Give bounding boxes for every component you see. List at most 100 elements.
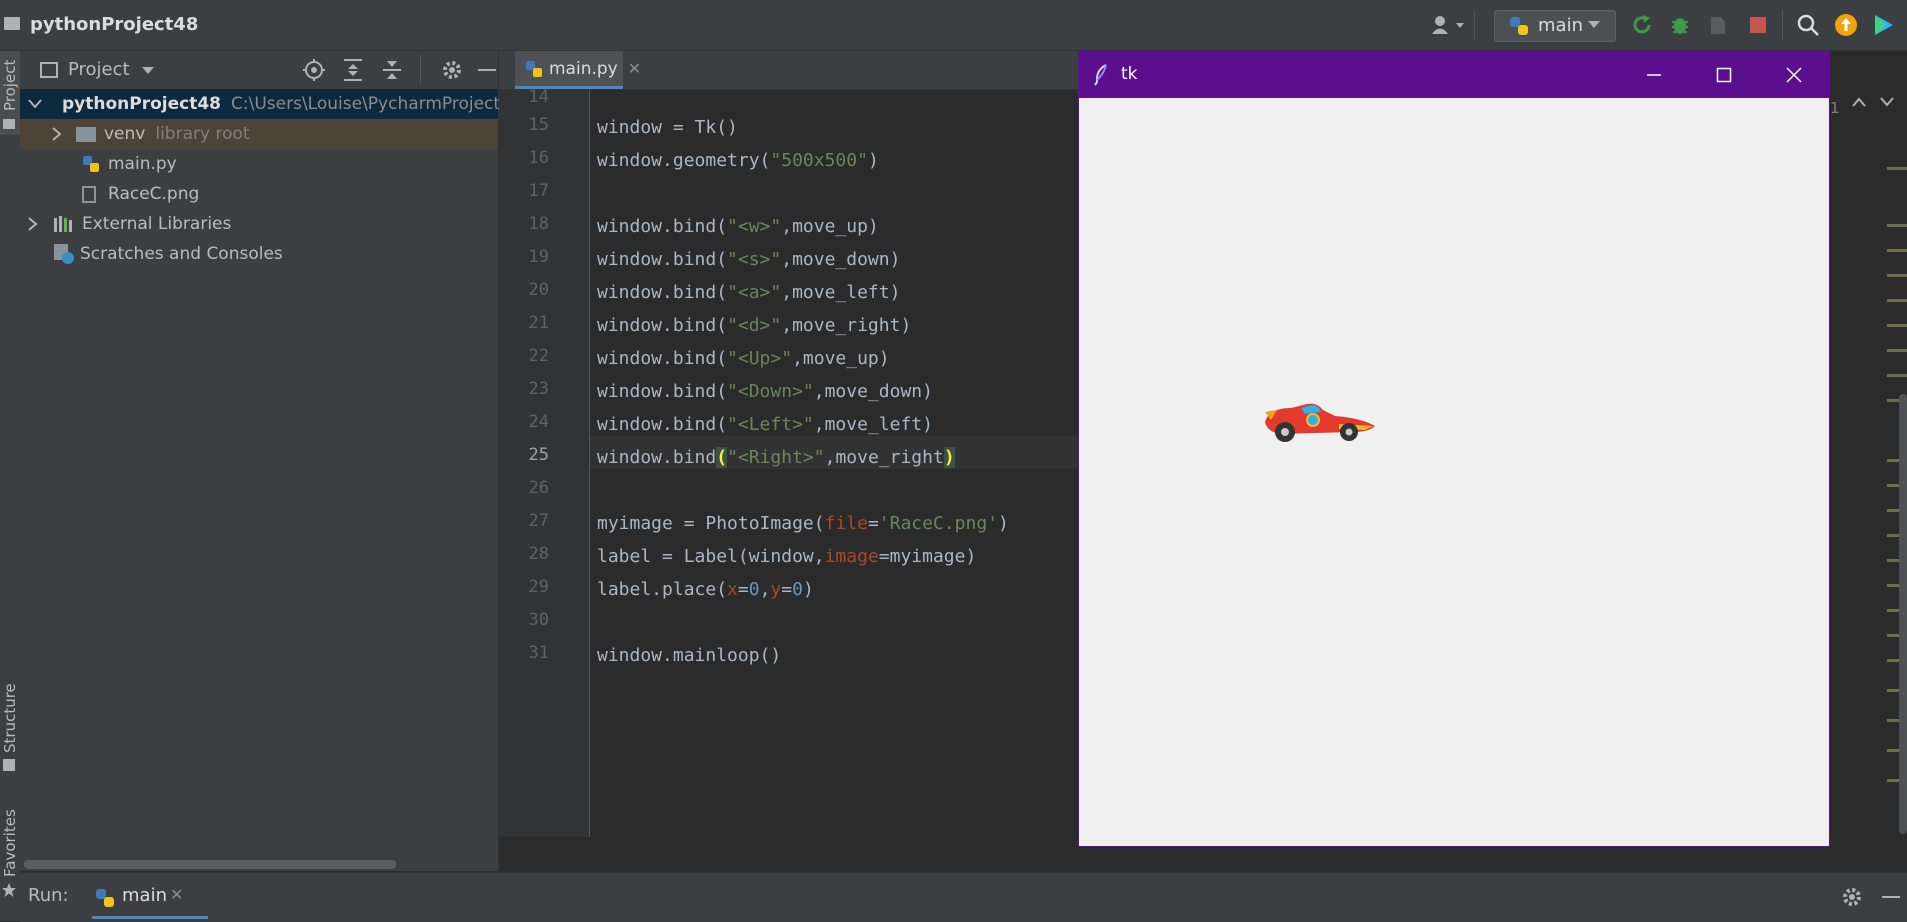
- code-editor[interactable]: window = Tk() window.geometry("500x500")…: [590, 89, 1079, 837]
- line-number: 19: [528, 247, 549, 267]
- code-line[interactable]: window.geometry("500x500"): [597, 144, 879, 177]
- error-stripe-mark[interactable]: [1887, 299, 1907, 302]
- chevron-down-icon: [1588, 21, 1600, 29]
- line-number: 20: [528, 280, 549, 300]
- run-tool-window-bar: Run: main ✕: [20, 872, 1907, 922]
- gear-icon[interactable]: [1840, 885, 1864, 909]
- run-configuration-label: main: [1538, 15, 1583, 36]
- maximize-window-button[interactable]: [1689, 52, 1759, 98]
- error-stripe-mark[interactable]: [1887, 224, 1907, 227]
- tree-item-scratches[interactable]: Scratches and Consoles: [20, 239, 498, 269]
- python-icon: [1508, 15, 1530, 37]
- gear-icon[interactable]: [440, 58, 464, 82]
- code-line[interactable]: window.bind("<a>",move_left): [597, 276, 900, 309]
- error-stripe-mark[interactable]: [1887, 274, 1907, 277]
- rerun-icon[interactable]: [1630, 13, 1654, 37]
- chevron-up-icon[interactable]: [1852, 97, 1866, 107]
- code-line[interactable]: window.mainloop(): [597, 639, 781, 672]
- stop-icon[interactable]: [1746, 13, 1770, 37]
- close-window-button[interactable]: [1759, 52, 1829, 98]
- code-line[interactable]: window.bind("<Down>",move_down): [597, 375, 933, 408]
- minimize-window-button[interactable]: [1619, 52, 1689, 98]
- tree-item-label: pythonProject48: [62, 94, 222, 114]
- line-number: 30: [528, 610, 549, 630]
- structure-tool-label[interactable]: Structure: [1, 683, 19, 753]
- collapse-all-icon[interactable]: [380, 58, 404, 82]
- chevron-down-icon[interactable]: [142, 67, 154, 75]
- horizontal-scrollbar[interactable]: [24, 860, 396, 869]
- user-account-icon[interactable]: [1428, 13, 1468, 37]
- run-tab-label: main: [122, 885, 167, 906]
- python-file-icon: [525, 60, 543, 78]
- top-navigation-bar: pythonProject48 main: [0, 0, 1907, 51]
- tk-window-titlebar[interactable]: tk: [1079, 52, 1829, 98]
- project-view-icon: [40, 62, 58, 78]
- chevron-down-icon[interactable]: [1880, 97, 1894, 107]
- chevron-down-icon[interactable]: [28, 99, 42, 109]
- structure-tool-icon: [3, 759, 15, 771]
- code-line[interactable]: window.bind("<s>",move_down): [597, 243, 900, 276]
- coverage-icon[interactable]: [1706, 13, 1730, 37]
- tree-item-venv[interactable]: venv library root: [20, 119, 498, 149]
- tree-item-project-root[interactable]: pythonProject48 C:\Users\Louise\PycharmP…: [20, 89, 515, 119]
- line-number: 24: [528, 412, 549, 432]
- project-tool-label[interactable]: Project: [1, 60, 19, 111]
- favorites-tool-label[interactable]: Favorites: [1, 809, 19, 877]
- project-name-breadcrumb[interactable]: pythonProject48: [30, 14, 198, 35]
- code-with-me-icon[interactable]: [1872, 13, 1896, 37]
- project-folder-icon: [4, 17, 20, 30]
- search-icon[interactable]: [1796, 13, 1820, 37]
- code-line[interactable]: window.bind("<Up>",move_up): [597, 342, 890, 375]
- tree-item-label: main.py: [108, 154, 177, 174]
- code-line[interactable]: label.place(x=0,y=0): [597, 573, 814, 606]
- line-number: 18: [528, 214, 549, 234]
- chevron-right-icon[interactable]: [52, 127, 66, 141]
- project-tool-window: Project pythonProject48 C:\Users\Louise\…: [20, 51, 515, 871]
- line-number: 23: [528, 379, 549, 399]
- close-tab-icon[interactable]: ✕: [170, 885, 183, 904]
- python-file-icon: [82, 155, 100, 173]
- line-number-gutter: 14 15 16 17 18 19 20 21 22 23 24 25 26 2…: [499, 87, 590, 837]
- toolbar-divider: [1782, 10, 1783, 40]
- library-icon: [54, 216, 74, 232]
- code-line-current[interactable]: window.bind("<Right>",move_right): [597, 441, 955, 474]
- code-line[interactable]: window.bind("<w>",move_up): [597, 210, 879, 243]
- error-stripe-mark[interactable]: [1887, 324, 1907, 327]
- tree-item-external-libraries[interactable]: External Libraries: [20, 209, 498, 239]
- project-path: C:\Users\Louise\PycharmProjects\: [231, 94, 515, 114]
- minimize-panel-icon[interactable]: [1882, 896, 1900, 898]
- inspection-counter: 1: [1830, 99, 1840, 117]
- tk-window-title: tk: [1121, 64, 1138, 84]
- code-line[interactable]: myimage = PhotoImage(file='RaceC.png'): [597, 507, 1009, 540]
- tree-item-main-py[interactable]: main.py: [20, 149, 498, 179]
- image-file-icon: [82, 185, 96, 203]
- close-tab-icon[interactable]: ✕: [628, 59, 641, 78]
- favorites-star-icon: [2, 883, 16, 897]
- vertical-scrollbar[interactable]: [1899, 394, 1907, 834]
- error-stripe-mark[interactable]: [1887, 249, 1907, 252]
- line-number: 29: [528, 577, 549, 597]
- code-line[interactable]: window.bind("<Left>",move_left): [597, 408, 933, 441]
- python-icon: [94, 887, 116, 909]
- error-stripe-mark[interactable]: [1887, 167, 1907, 170]
- chevron-right-icon[interactable]: [28, 217, 42, 231]
- left-tool-window-strip: Project Structure Favorites: [0, 51, 21, 921]
- error-stripe-mark[interactable]: [1887, 374, 1907, 377]
- error-stripe-mark[interactable]: [1887, 349, 1907, 352]
- project-view-selector[interactable]: Project: [68, 59, 130, 80]
- debug-icon[interactable]: [1668, 13, 1692, 37]
- update-icon[interactable]: [1834, 13, 1858, 37]
- editor-tab-bar: main.py ✕: [499, 51, 1079, 90]
- tk-app-window[interactable]: tk: [1078, 51, 1830, 847]
- tree-item-racec-png[interactable]: RaceC.png: [20, 179, 498, 209]
- code-line[interactable]: window = Tk(): [597, 111, 738, 144]
- line-number: 26: [528, 478, 549, 498]
- folder-icon: [76, 126, 96, 142]
- editor-right-gutter: 1: [1830, 89, 1907, 837]
- locate-file-icon[interactable]: [302, 58, 326, 82]
- tab-main-py[interactable]: main.py ✕: [515, 51, 641, 89]
- expand-all-icon[interactable]: [341, 58, 365, 82]
- code-line[interactable]: label = Label(window,image=myimage): [597, 540, 976, 573]
- minimize-panel-icon[interactable]: [478, 69, 496, 71]
- code-line[interactable]: window.bind("<d>",move_right): [597, 309, 911, 342]
